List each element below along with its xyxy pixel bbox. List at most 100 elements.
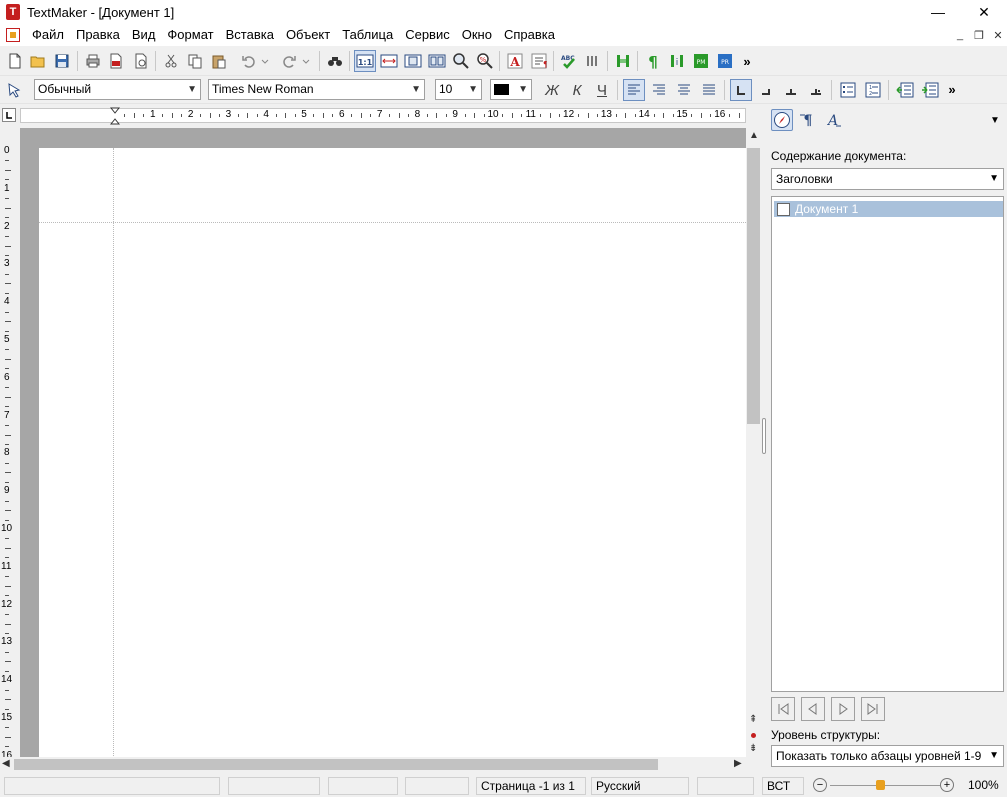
menu-view[interactable]: Вид	[126, 24, 162, 46]
menu-window[interactable]: Окно	[456, 24, 498, 46]
zoom-slider-knob[interactable]	[875, 780, 885, 790]
document-area[interactable]	[20, 128, 746, 758]
find-button[interactable]	[324, 50, 346, 72]
splitter-grip[interactable]	[762, 418, 766, 454]
toolbar1-overflow-button[interactable]: »	[740, 50, 754, 72]
menu-insert[interactable]: Вставка	[220, 24, 280, 46]
show-fieldnames-button[interactable]: i	[666, 50, 688, 72]
insert-mode-status[interactable]: ВСТ	[762, 777, 804, 795]
browse-object-icon[interactable]	[751, 733, 756, 738]
menu-tools[interactable]: Сервис	[399, 24, 456, 46]
zoom-in-button[interactable]: +	[940, 778, 954, 792]
zoom-percent-button[interactable]: %	[474, 50, 496, 72]
vertical-ruler[interactable]: 0 1 2 3 4 5 6 7 8 9 10 11 12 13 14 15 16	[0, 128, 16, 758]
decrease-indent-button[interactable]	[894, 79, 916, 101]
horizontal-scrollbar[interactable]: ◀ ▶	[0, 757, 746, 772]
redo-dropdown-button[interactable]	[299, 50, 313, 72]
redo-button[interactable]	[278, 50, 300, 72]
cut-button[interactable]	[160, 50, 182, 72]
characters-tab[interactable]: A	[822, 109, 844, 131]
indent-marker-icon[interactable]	[110, 107, 120, 125]
align-left-button[interactable]	[623, 79, 645, 101]
numbering-button[interactable]: 12	[862, 79, 884, 101]
copy-button[interactable]	[184, 50, 206, 72]
menu-format[interactable]: Формат	[161, 24, 219, 46]
increase-indent-button[interactable]	[919, 79, 941, 101]
italic-button[interactable]: К	[566, 79, 588, 101]
mail-merge-button[interactable]: PM	[690, 50, 712, 72]
sidebar-menu-chevron-icon[interactable]: ▼	[987, 109, 1003, 131]
scroll-right-icon[interactable]: ▶	[734, 758, 742, 769]
close-button[interactable]: ✕	[961, 0, 1007, 24]
scroll-left-icon[interactable]: ◀	[2, 758, 10, 769]
zoom-out-button[interactable]: −	[813, 778, 827, 792]
previous-heading-button[interactable]	[801, 697, 825, 721]
menu-table[interactable]: Таблица	[336, 24, 399, 46]
menu-edit[interactable]: Правка	[70, 24, 126, 46]
scroll-up-icon[interactable]: ▲	[749, 130, 759, 141]
maximize-button[interactable]	[916, 0, 962, 24]
tab-left-button[interactable]	[730, 79, 752, 101]
page-width-button[interactable]	[378, 50, 400, 72]
document-icon[interactable]	[6, 28, 20, 42]
next-heading-button[interactable]	[831, 697, 855, 721]
zoom-percent[interactable]: 100%	[968, 778, 999, 792]
show-paragraph-marks-button[interactable]: ¶	[642, 50, 664, 72]
font-name-select[interactable]: Times New Roman ▼	[208, 79, 425, 100]
print-button[interactable]	[82, 50, 104, 72]
menu-object[interactable]: Объект	[280, 24, 336, 46]
undo-dropdown-button[interactable]	[258, 50, 272, 72]
align-right-button[interactable]	[648, 79, 670, 101]
toc-item[interactable]: Документ 1	[774, 201, 1003, 217]
page-down-icon[interactable]: ⇟	[749, 743, 757, 754]
export-pdf-button[interactable]	[105, 50, 127, 72]
menu-help[interactable]: Справка	[498, 24, 561, 46]
paragraph-style-select[interactable]: Обычный ▼	[34, 79, 201, 100]
save-button[interactable]	[51, 50, 73, 72]
mdi-restore-button[interactable]: ❐	[969, 24, 989, 46]
justify-button[interactable]	[698, 79, 720, 101]
text-color-select[interactable]: ▼	[490, 79, 532, 100]
new-document-button[interactable]	[4, 50, 26, 72]
paragraph-format-button[interactable]: ¶	[528, 50, 550, 72]
document-page[interactable]	[39, 148, 746, 758]
fields-button[interactable]	[612, 50, 634, 72]
tab-decimal-button[interactable]	[805, 79, 827, 101]
full-page-button[interactable]	[402, 50, 424, 72]
print-preview-button[interactable]	[130, 50, 152, 72]
toolbar2-overflow-button[interactable]: »	[945, 78, 959, 100]
align-center-button[interactable]	[673, 79, 695, 101]
mdi-close-button[interactable]: ✕	[988, 24, 1007, 46]
page-up-icon[interactable]: ⇞	[749, 714, 757, 725]
zoom-slider-track[interactable]	[830, 785, 940, 786]
first-heading-button[interactable]	[771, 697, 795, 721]
undo-button[interactable]	[238, 50, 260, 72]
two-pages-button[interactable]	[426, 50, 448, 72]
paste-button[interactable]	[208, 50, 230, 72]
zoom-button[interactable]	[450, 50, 472, 72]
underline-button[interactable]: Ч	[591, 79, 613, 101]
font-size-select[interactable]: 10 ▼	[435, 79, 482, 100]
styles-tab[interactable]: ¶	[797, 109, 819, 131]
tab-type-selector[interactable]	[2, 108, 16, 122]
mdi-minimize-button[interactable]: _	[950, 24, 970, 46]
vertical-scrollbar[interactable]: ▲ ⇞ ⇟	[746, 128, 761, 758]
tab-center-button[interactable]	[780, 79, 802, 101]
select-pointer-button[interactable]	[3, 79, 25, 101]
bullets-button[interactable]	[837, 79, 859, 101]
bold-button[interactable]: Ж	[541, 79, 563, 101]
presentation-button[interactable]: PR	[714, 50, 736, 72]
actual-size-button[interactable]: 1:1	[354, 50, 376, 72]
tab-right-button[interactable]	[755, 79, 777, 101]
toc-list[interactable]: Документ 1	[771, 196, 1004, 692]
vertical-scroll-thumb[interactable]	[747, 148, 760, 424]
spellcheck-button[interactable]: ABC	[558, 50, 580, 72]
character-format-button[interactable]: A	[504, 50, 526, 72]
navigator-tab[interactable]	[771, 109, 793, 131]
toc-mode-select[interactable]: Заголовки ▼	[771, 168, 1004, 190]
open-button[interactable]	[27, 50, 49, 72]
menu-file[interactable]: Файл	[26, 24, 70, 46]
horizontal-scroll-thumb[interactable]	[14, 759, 658, 770]
toc-item-checkbox[interactable]	[777, 202, 790, 216]
last-heading-button[interactable]	[861, 697, 885, 721]
